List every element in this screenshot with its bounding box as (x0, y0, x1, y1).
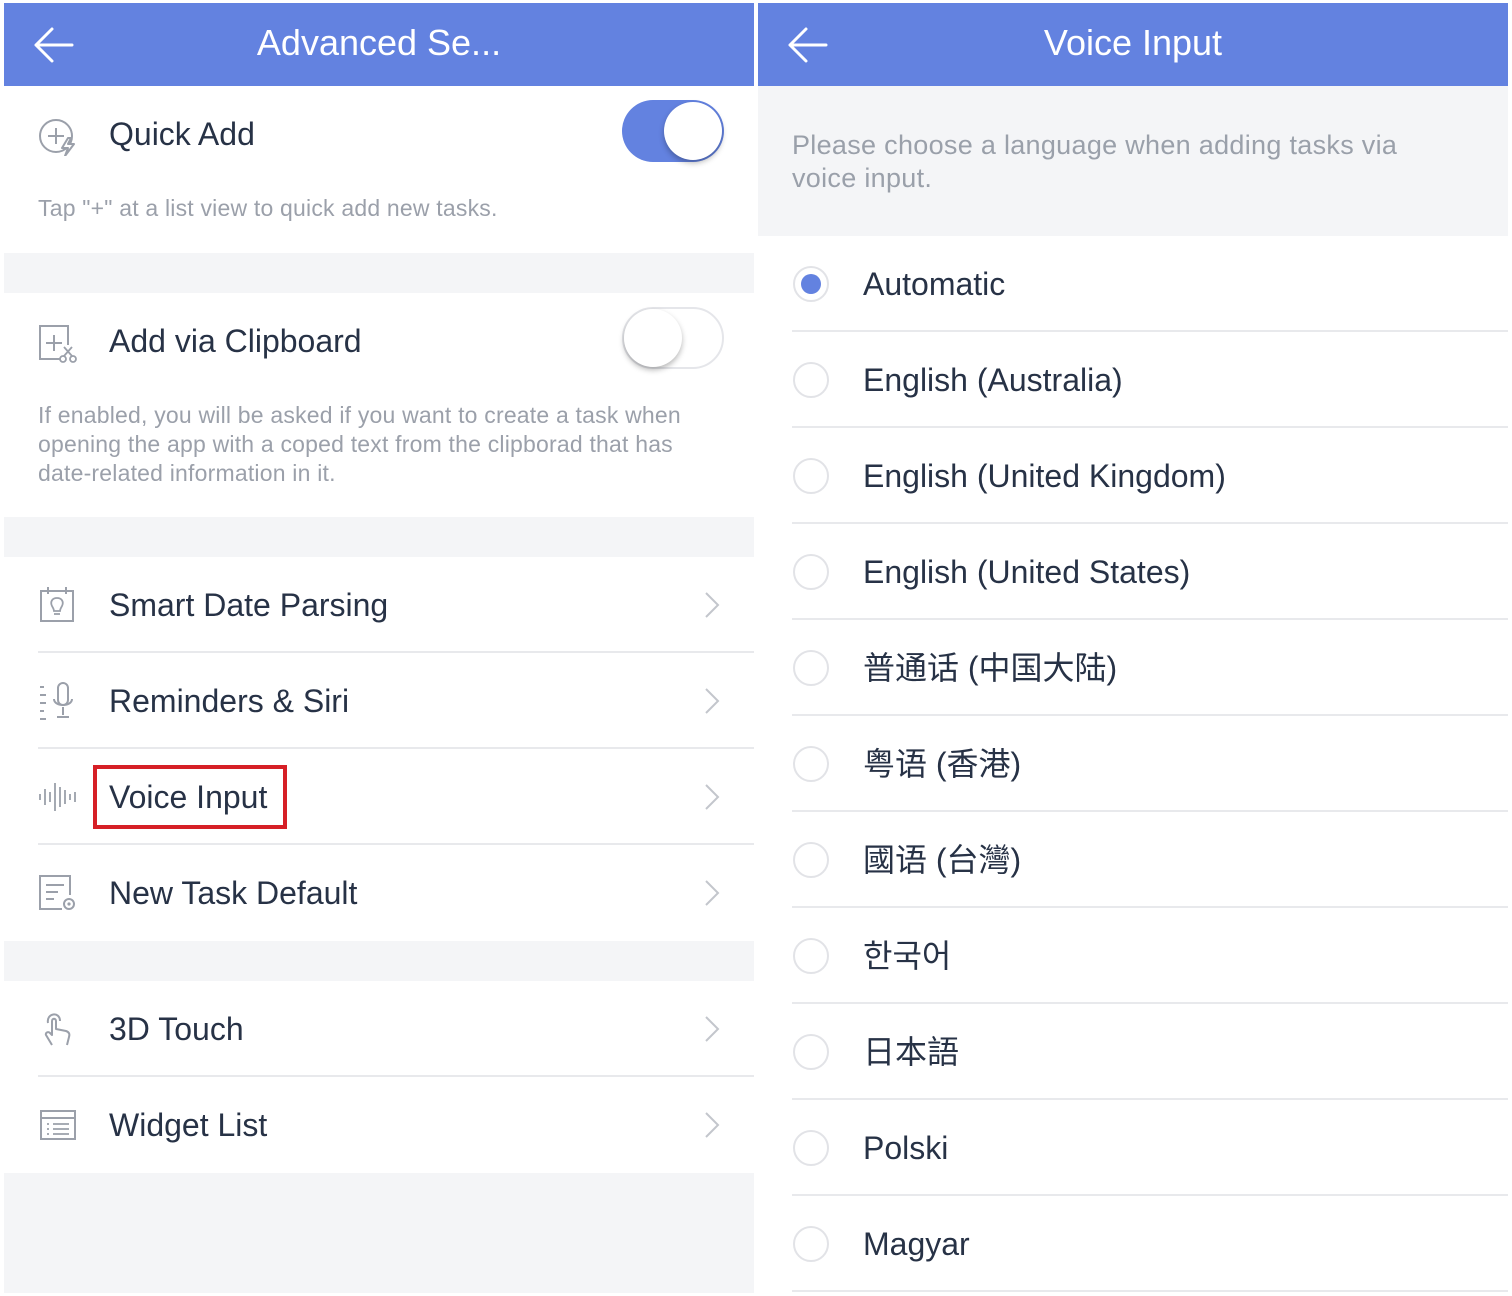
language-option[interactable]: 粤语 (香港) (758, 716, 1508, 812)
clipboard-section: Add via Clipboard If enabled, you will b… (4, 293, 754, 517)
radio-button[interactable] (793, 650, 829, 686)
language-option[interactable]: 한국어 (758, 908, 1508, 1004)
chevron-right-icon (705, 688, 720, 714)
quick-add-section: Quick Add Tap "+" at a list view to quic… (4, 86, 754, 253)
quick-add-description: Tap "+" at a list view to quick add new … (38, 195, 498, 221)
language-option[interactable]: 國语 (台灣) (758, 812, 1508, 908)
language-option[interactable]: 普通话 (中国大陆) (758, 620, 1508, 716)
language-label: 日本語 (863, 1034, 960, 1070)
language-option[interactable]: Automatic (758, 236, 1508, 332)
language-label: Polski (863, 1130, 949, 1166)
nav-bar: Advanced Se... (4, 3, 754, 86)
language-label: 粤语 (香港) (863, 746, 1022, 782)
language-option[interactable]: English (United Kingdom) (758, 428, 1508, 524)
microphone-icon (40, 682, 73, 720)
clipboard-toggle[interactable] (622, 307, 724, 369)
language-label: 한국어 (863, 938, 952, 974)
language-option[interactable]: English (Australia) (758, 332, 1508, 428)
chevron-right-icon (705, 880, 720, 906)
language-list: Automatic English (Australia) English (Uni… (758, 236, 1508, 1293)
page-title: Advanced Se... (256, 22, 502, 63)
touch-icon (44, 1013, 71, 1046)
chevron-right-icon (705, 1112, 720, 1138)
radio-button[interactable] (793, 266, 829, 302)
clipboard-label: Add via Clipboard (109, 323, 362, 359)
widget-list-item[interactable]: Widget List (4, 1077, 754, 1173)
item-label: Reminders & Siri (109, 683, 350, 719)
sound-wave-icon (39, 783, 76, 811)
quick-add-toggle[interactable] (622, 100, 724, 162)
language-label: Magyar (863, 1226, 970, 1262)
page-title: Voice Input (1043, 22, 1223, 63)
toggle-knob (664, 102, 722, 160)
language-label: English (United States) (863, 554, 1191, 590)
smart-date-parsing-item[interactable]: Smart Date Parsing (4, 557, 754, 653)
divider (792, 1290, 1508, 1292)
clipboard-description: If enabled, you will be asked if you wan… (38, 402, 681, 486)
radio-button[interactable] (793, 938, 829, 974)
widget-list-icon (40, 1110, 76, 1140)
item-label: Widget List (109, 1107, 268, 1143)
intro-text: Please choose a language when adding tas… (792, 130, 1398, 193)
clipboard-add-icon (39, 325, 77, 363)
3d-touch-item[interactable]: 3D Touch (4, 981, 754, 1077)
radio-button[interactable] (793, 1130, 829, 1166)
radio-button[interactable] (793, 362, 829, 398)
chevron-right-icon (705, 784, 720, 810)
radio-button[interactable] (793, 1226, 829, 1262)
item-label: New Task Default (109, 875, 358, 911)
item-label: Voice Input (109, 779, 268, 815)
radio-button[interactable] (793, 842, 829, 878)
settings-list: Smart Date Parsing Reminders & Siri Voic… (4, 557, 754, 941)
toggle-knob (624, 309, 682, 367)
language-label: English (United Kingdom) (863, 458, 1226, 494)
language-label: English (Australia) (863, 362, 1123, 398)
new-task-default-item[interactable]: New Task Default (4, 845, 754, 941)
quick-add-icon (39, 119, 75, 156)
item-label: 3D Touch (109, 1011, 244, 1047)
settings-list-2: 3D Touch Widget List (4, 981, 754, 1173)
language-label: 普通话 (中国大陆) (863, 650, 1118, 686)
radio-button[interactable] (793, 458, 829, 494)
quick-add-label: Quick Add (109, 116, 255, 152)
reminders-siri-item[interactable]: Reminders & Siri (4, 653, 754, 749)
radio-button[interactable] (793, 554, 829, 590)
language-option[interactable]: Polski (758, 1100, 1508, 1196)
item-label: Smart Date Parsing (109, 587, 389, 623)
language-option[interactable]: 日本語 (758, 1004, 1508, 1100)
voice-input-item[interactable]: Voice Input (4, 749, 754, 845)
advanced-settings-screen: Advanced Se... Quick Add Tap "+" at a li… (4, 3, 754, 1293)
language-label: 國语 (台灣) (863, 842, 1022, 878)
language-option[interactable]: Magyar (758, 1196, 1508, 1292)
language-label: Automatic (863, 266, 1006, 302)
chevron-right-icon (705, 1016, 720, 1042)
voice-input-screen: Voice Input Please choose a language whe… (758, 3, 1508, 1293)
chevron-right-icon (705, 592, 720, 618)
task-settings-icon (39, 875, 75, 910)
radio-button[interactable] (793, 1034, 829, 1070)
radio-button[interactable] (793, 746, 829, 782)
nav-bar: Voice Input (758, 3, 1508, 86)
language-option[interactable]: English (United States) (758, 524, 1508, 620)
calendar-bulb-icon (40, 587, 74, 622)
